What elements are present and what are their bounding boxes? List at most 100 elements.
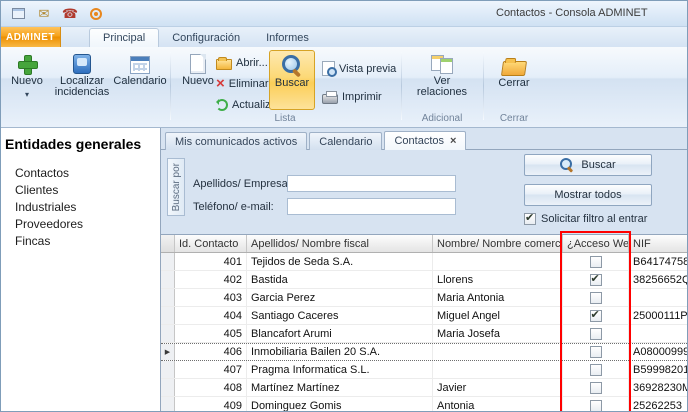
close-icon[interactable]: × bbox=[450, 135, 456, 147]
imprimir-button[interactable]: Imprimir bbox=[319, 87, 385, 106]
cell-id[interactable]: 406 bbox=[175, 344, 247, 360]
cell-acceso-web[interactable] bbox=[563, 289, 629, 306]
cell-nombre[interactable]: Antonia bbox=[433, 397, 563, 412]
cell-apellidos[interactable]: Santiago Caceres bbox=[247, 307, 433, 324]
solicitar-filtro-checkbox[interactable] bbox=[524, 213, 536, 225]
table-row[interactable]: 408 Martínez Martínez Javier 36928230M bbox=[161, 379, 688, 397]
cell-nif[interactable]: B59998201 bbox=[629, 361, 688, 378]
cell-nif[interactable]: B64174758 bbox=[629, 253, 688, 270]
buscar-ribbon-button[interactable]: Buscar bbox=[269, 50, 315, 110]
cell-id[interactable]: 405 bbox=[175, 325, 247, 342]
acceso-web-checkbox[interactable] bbox=[590, 292, 602, 304]
acceso-web-checkbox[interactable] bbox=[590, 256, 602, 268]
cell-id[interactable]: 401 bbox=[175, 253, 247, 270]
cell-nombre[interactable] bbox=[433, 361, 563, 378]
cell-nombre[interactable]: Maria Josefa bbox=[433, 325, 563, 342]
eliminar-button[interactable]: Eliminar bbox=[213, 74, 272, 93]
acceso-web-checkbox[interactable] bbox=[590, 310, 602, 322]
cell-acceso-web[interactable] bbox=[563, 325, 629, 342]
header-acceso-web[interactable]: ¿Acceso Web? bbox=[563, 235, 629, 252]
cell-nif[interactable]: 36928230M bbox=[629, 379, 688, 396]
table-row[interactable]: 407 Pragma Informatica S.L. B59998201 bbox=[161, 361, 688, 379]
table-row[interactable]: 406 Inmobiliaria Bailen 20 S.A. A0800099… bbox=[161, 343, 688, 361]
tab-contactos[interactable]: Contactos × bbox=[384, 131, 466, 150]
sidebar-item-fincas[interactable]: Fincas bbox=[1, 232, 160, 249]
header-nombre[interactable]: Nombre/ Nombre comercial bbox=[433, 235, 563, 252]
cell-id[interactable]: 409 bbox=[175, 397, 247, 412]
cell-nombre[interactable]: Llorens bbox=[433, 271, 563, 288]
cell-nif[interactable]: 25262253 bbox=[629, 397, 688, 412]
table-row[interactable]: 404 Santiago Caceres Miguel Angel 250001… bbox=[161, 307, 688, 325]
sidebar-item-contactos[interactable]: Contactos bbox=[1, 164, 160, 181]
radio-icon[interactable] bbox=[87, 5, 105, 23]
mostrar-todos-button[interactable]: Mostrar todos bbox=[524, 184, 652, 206]
cell-nif[interactable]: 38256652Q bbox=[629, 271, 688, 288]
localizar-incidencias-button[interactable]: Localizar incidencias bbox=[53, 50, 111, 110]
cell-apellidos[interactable]: Tejidos de Seda S.A. bbox=[247, 253, 433, 270]
table-row[interactable]: 409 Dominguez Gomis Antonia 25262253 bbox=[161, 397, 688, 412]
nuevo-button[interactable]: Nuevo bbox=[3, 50, 51, 110]
sidebar-item-industriales[interactable]: Industriales bbox=[1, 198, 160, 215]
cell-apellidos[interactable]: Pragma Informatica S.L. bbox=[247, 361, 433, 378]
cell-nif[interactable] bbox=[629, 325, 688, 342]
cell-id[interactable]: 403 bbox=[175, 289, 247, 306]
header-nif[interactable]: NIF bbox=[629, 235, 688, 252]
abrir-button[interactable]: Abrir... bbox=[213, 53, 271, 72]
cell-id[interactable]: 408 bbox=[175, 379, 247, 396]
cell-nombre[interactable] bbox=[433, 344, 563, 360]
ver-relaciones-button[interactable]: Ver relaciones bbox=[409, 50, 475, 110]
cell-nif[interactable]: 25000111P bbox=[629, 307, 688, 324]
cell-acceso-web[interactable] bbox=[563, 397, 629, 412]
cell-id[interactable]: 407 bbox=[175, 361, 247, 378]
cell-apellidos[interactable]: Blancafort Arumi bbox=[247, 325, 433, 342]
cell-id[interactable]: 402 bbox=[175, 271, 247, 288]
vista-previa-button[interactable]: Vista previa bbox=[319, 59, 399, 78]
tab-mis-comunicados[interactable]: Mis comunicados activos bbox=[165, 132, 307, 150]
cell-acceso-web[interactable] bbox=[563, 307, 629, 324]
tab-calendario[interactable]: Calendario bbox=[309, 132, 382, 150]
cell-acceso-web[interactable] bbox=[563, 271, 629, 288]
acceso-web-checkbox[interactable] bbox=[590, 328, 602, 340]
sidebar-item-clientes[interactable]: Clientes bbox=[1, 181, 160, 198]
telefono-email-input[interactable] bbox=[287, 198, 456, 215]
table-row[interactable]: 405 Blancafort Arumi Maria Josefa bbox=[161, 325, 688, 343]
cell-apellidos[interactable]: Garcia Perez bbox=[247, 289, 433, 306]
phone-icon[interactable] bbox=[61, 5, 79, 23]
cell-nif[interactable] bbox=[629, 289, 688, 306]
table-row[interactable]: 401 Tejidos de Seda S.A. B64174758 bbox=[161, 253, 688, 271]
cell-nombre[interactable]: Javier bbox=[433, 379, 563, 396]
acceso-web-checkbox[interactable] bbox=[590, 274, 602, 286]
acceso-web-checkbox[interactable] bbox=[590, 382, 602, 394]
cell-apellidos[interactable]: Dominguez Gomis bbox=[247, 397, 433, 412]
mail-icon[interactable] bbox=[35, 5, 53, 23]
acceso-web-checkbox[interactable] bbox=[590, 346, 602, 358]
cerrar-button[interactable]: Cerrar bbox=[489, 50, 539, 110]
cell-apellidos[interactable]: Bastida bbox=[247, 271, 433, 288]
table-row[interactable]: 403 Garcia Perez Maria Antonia bbox=[161, 289, 688, 307]
acceso-web-checkbox[interactable] bbox=[590, 400, 602, 412]
cell-nombre[interactable] bbox=[433, 253, 563, 270]
window-icon[interactable] bbox=[9, 5, 27, 23]
buscar-button[interactable]: Buscar bbox=[524, 154, 652, 176]
acceso-web-checkbox[interactable] bbox=[590, 364, 602, 376]
ribbon-tab-informes[interactable]: Informes bbox=[253, 28, 322, 47]
header-apellidos[interactable]: Apellidos/ Nombre fiscal bbox=[247, 235, 433, 252]
table-row[interactable]: 402 Bastida Llorens 38256652Q bbox=[161, 271, 688, 289]
cell-nif[interactable]: A08000999 bbox=[629, 344, 688, 360]
ribbon-tab-principal[interactable]: Principal bbox=[89, 28, 159, 47]
cell-acceso-web[interactable] bbox=[563, 379, 629, 396]
sidebar-item-proveedores[interactable]: Proveedores bbox=[1, 215, 160, 232]
apellidos-empresa-input[interactable] bbox=[287, 175, 456, 192]
cell-nombre[interactable]: Maria Antonia bbox=[433, 289, 563, 306]
application-button[interactable]: Adminet bbox=[1, 27, 61, 47]
cell-id[interactable]: 404 bbox=[175, 307, 247, 324]
calendario-button[interactable]: Calendario bbox=[113, 50, 167, 110]
cell-acceso-web[interactable] bbox=[563, 253, 629, 270]
header-id-contacto[interactable]: Id. Contacto bbox=[175, 235, 247, 252]
cell-apellidos[interactable]: Martínez Martínez bbox=[247, 379, 433, 396]
cell-acceso-web[interactable] bbox=[563, 361, 629, 378]
cell-acceso-web[interactable] bbox=[563, 344, 629, 360]
cell-nombre[interactable]: Miguel Angel bbox=[433, 307, 563, 324]
ribbon-tab-configuracion[interactable]: Configuración bbox=[159, 28, 253, 47]
cell-apellidos[interactable]: Inmobiliaria Bailen 20 S.A. bbox=[247, 344, 433, 360]
